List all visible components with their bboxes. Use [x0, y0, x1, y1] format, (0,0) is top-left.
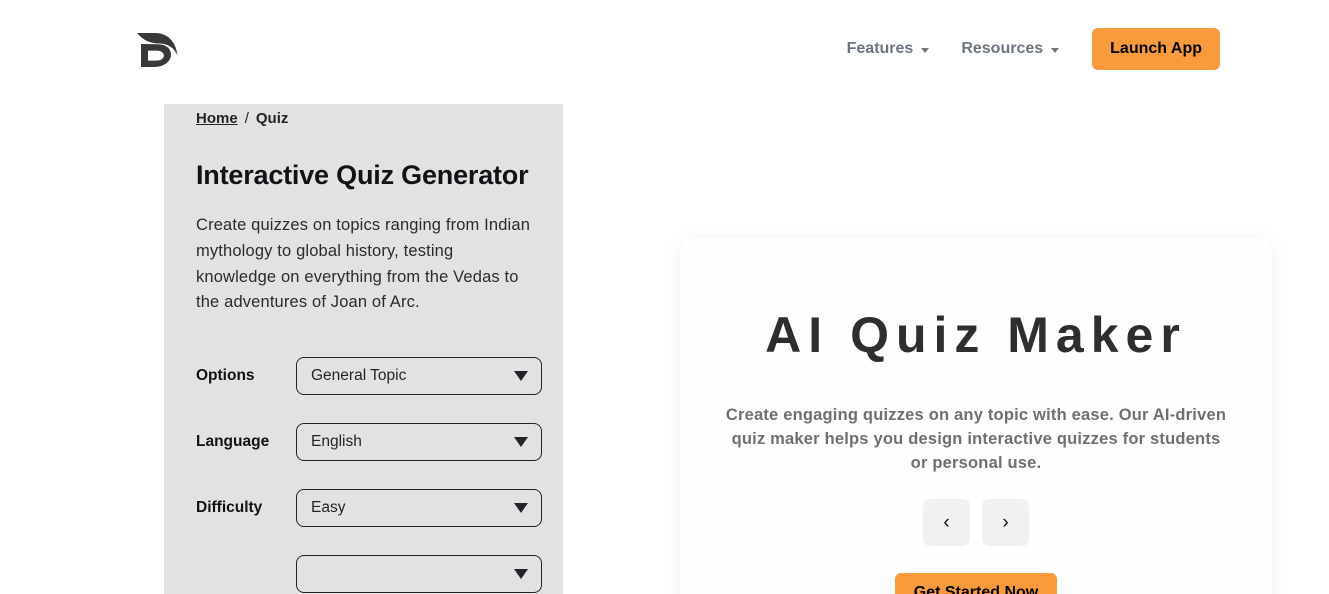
language-select[interactable]: English: [296, 422, 542, 461]
site-header: Features Resources Launch App: [0, 0, 1329, 100]
carousel-controls: ‹ ›: [720, 499, 1232, 546]
difficulty-label: Difficulty: [196, 498, 263, 516]
quiz-generator-panel: Home / Quiz Interactive Quiz Generator C…: [164, 104, 563, 594]
page-description: Create quizzes on topics ranging from In…: [196, 216, 531, 312]
form-row-difficulty: Difficulty Easy: [196, 488, 542, 527]
options-label: Options: [196, 366, 255, 384]
nav-item-resources-label: Resources: [961, 40, 1044, 57]
difficulty-select-wrapper: Easy: [296, 488, 542, 527]
form-row-language: Language English: [196, 422, 542, 461]
carousel-prev-button[interactable]: ‹: [923, 499, 970, 546]
hero-subtitle: Create engaging quizzes on any topic wit…: [725, 406, 1227, 472]
options-select-wrapper: General Topic: [296, 356, 542, 395]
breadcrumb-separator: /: [244, 110, 249, 127]
next-select-wrapper: [296, 554, 542, 593]
chevron-down-icon: [1051, 47, 1060, 53]
next-select[interactable]: [296, 554, 542, 593]
breadcrumb: Home / Quiz: [196, 104, 531, 134]
hero-title: AI Quiz Maker: [765, 307, 1187, 363]
difficulty-select[interactable]: Easy: [296, 488, 542, 527]
breadcrumb-current: Quiz: [255, 110, 289, 127]
launch-app-button[interactable]: Launch App: [1092, 28, 1220, 70]
page-title: Interactive Quiz Generator: [196, 160, 529, 190]
chevron-down-icon: [921, 47, 930, 53]
nav-item-features[interactable]: Features: [831, 33, 946, 65]
breadcrumb-home-link[interactable]: Home: [196, 104, 238, 134]
form-row-next-field-partial: [196, 554, 542, 593]
nav-item-features-label: Features: [846, 40, 914, 57]
brand-logo-icon[interactable]: [134, 26, 182, 74]
options-select[interactable]: General Topic: [296, 356, 542, 395]
primary-navigation: Features Resources Launch App: [831, 28, 1220, 70]
language-select-wrapper: English: [296, 422, 542, 461]
nav-item-resources[interactable]: Resources: [945, 33, 1075, 65]
hero-card: AI Quiz Maker Create engaging quizzes on…: [680, 238, 1272, 594]
quiz-options-form: Options General Topic Language English D…: [196, 356, 542, 593]
form-row-options: Options General Topic: [196, 356, 542, 395]
language-label: Language: [196, 432, 270, 450]
carousel-next-button[interactable]: ›: [982, 499, 1029, 546]
get-started-button[interactable]: Get Started Now: [894, 573, 1058, 594]
